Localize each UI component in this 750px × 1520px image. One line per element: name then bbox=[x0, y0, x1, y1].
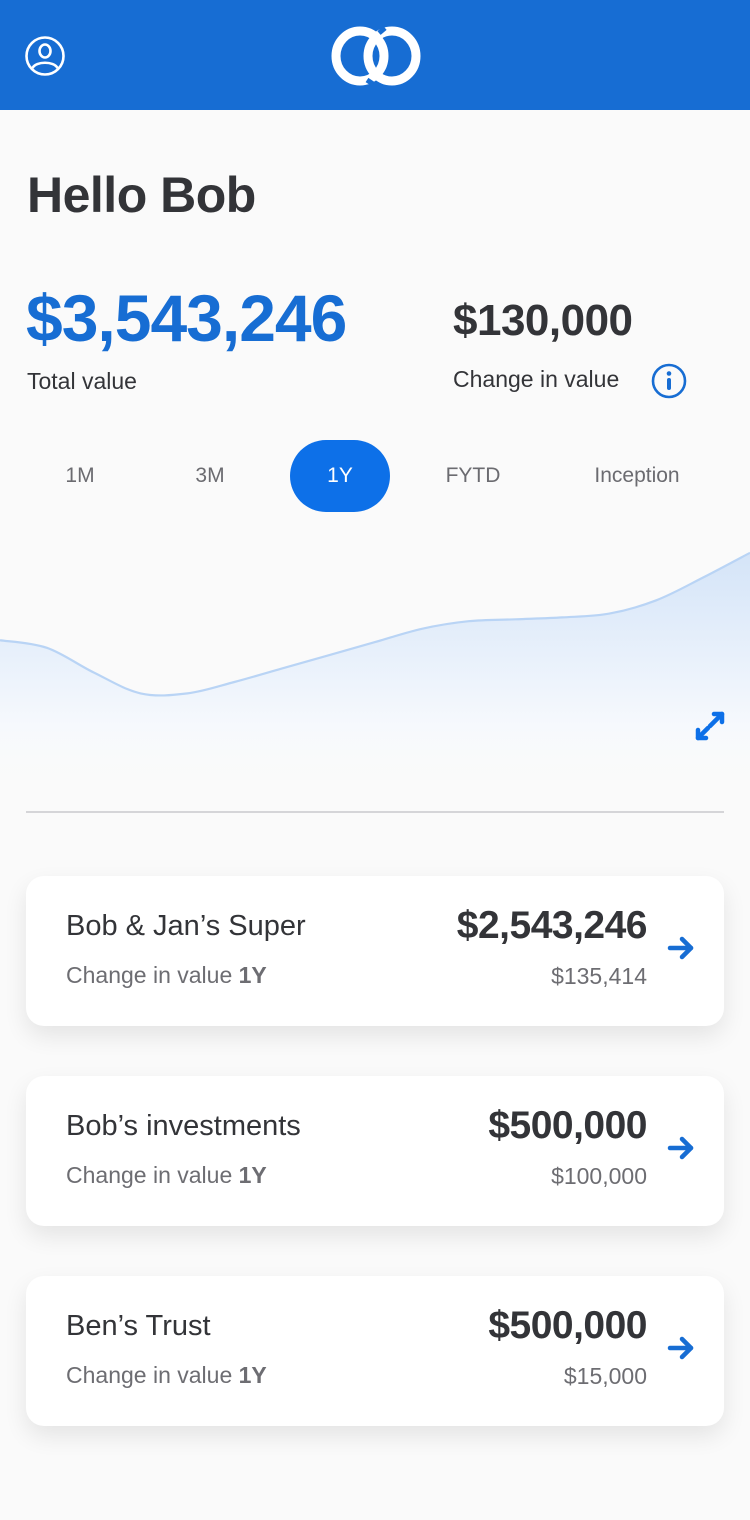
tab-inception[interactable]: Inception bbox=[572, 440, 702, 512]
account-name: Bob & Jan’s Super bbox=[66, 910, 306, 942]
arrow-right-icon[interactable] bbox=[666, 1133, 696, 1163]
tab-3m[interactable]: 3M bbox=[160, 440, 260, 512]
greeting-heading: Hello Bob bbox=[27, 167, 256, 223]
user-circle-icon bbox=[25, 36, 65, 76]
account-card[interactable]: Ben’s Trust Change in value 1Y $500,000 … bbox=[26, 1276, 724, 1426]
account-value: $500,000 bbox=[488, 1104, 647, 1147]
account-change-value: $15,000 bbox=[563, 1363, 647, 1389]
arrow-right-icon[interactable] bbox=[666, 1333, 696, 1363]
account-change-value: $135,414 bbox=[551, 963, 647, 989]
time-range-tabs: 1M 3M 1Y FYTD Inception bbox=[0, 440, 750, 512]
tab-1y[interactable]: 1Y bbox=[290, 440, 390, 512]
change-label-text: Change in value bbox=[66, 1362, 233, 1388]
account-value: $2,543,246 bbox=[456, 904, 648, 947]
top-app-bar bbox=[0, 0, 750, 110]
account-card[interactable]: Bob’s investments Change in value 1Y $50… bbox=[26, 1076, 724, 1226]
profile-button[interactable] bbox=[24, 35, 66, 77]
expand-arrows-icon bbox=[695, 711, 725, 741]
total-value-amount: $3,543,246 bbox=[26, 281, 347, 355]
section-divider bbox=[26, 811, 724, 813]
interlocking-rings-logo bbox=[331, 26, 421, 87]
change-label-text: Change in value bbox=[66, 962, 233, 988]
tab-1m[interactable]: 1M bbox=[30, 440, 130, 512]
account-name: Bob’s investments bbox=[66, 1110, 301, 1142]
expand-chart-button[interactable] bbox=[690, 706, 730, 746]
account-value: $500,000 bbox=[488, 1304, 647, 1347]
change-in-value-amount: $130,000 bbox=[453, 296, 633, 345]
account-change-label: Change in value 1Y bbox=[66, 962, 267, 989]
total-value-label: Total value bbox=[27, 368, 137, 394]
chart-area-fill bbox=[0, 552, 750, 800]
info-button[interactable] bbox=[650, 362, 688, 400]
account-change-value: $100,000 bbox=[551, 1163, 647, 1189]
brand-logo bbox=[329, 24, 423, 88]
change-period: 1Y bbox=[238, 1162, 267, 1188]
account-change-label: Change in value 1Y bbox=[66, 1362, 267, 1389]
account-change-label: Change in value 1Y bbox=[66, 1162, 267, 1189]
change-in-value-label: Change in value bbox=[453, 366, 620, 392]
change-label-text: Change in value bbox=[66, 1162, 233, 1188]
change-period: 1Y bbox=[238, 1362, 267, 1388]
account-card[interactable]: Bob & Jan’s Super Change in value 1Y $2,… bbox=[26, 876, 724, 1026]
tab-fytd[interactable]: FYTD bbox=[418, 440, 528, 512]
info-circle-icon bbox=[651, 363, 687, 399]
arrow-right-icon[interactable] bbox=[666, 933, 696, 963]
change-period: 1Y bbox=[238, 962, 267, 988]
portfolio-value-chart bbox=[0, 551, 750, 800]
account-name: Ben’s Trust bbox=[66, 1310, 211, 1342]
